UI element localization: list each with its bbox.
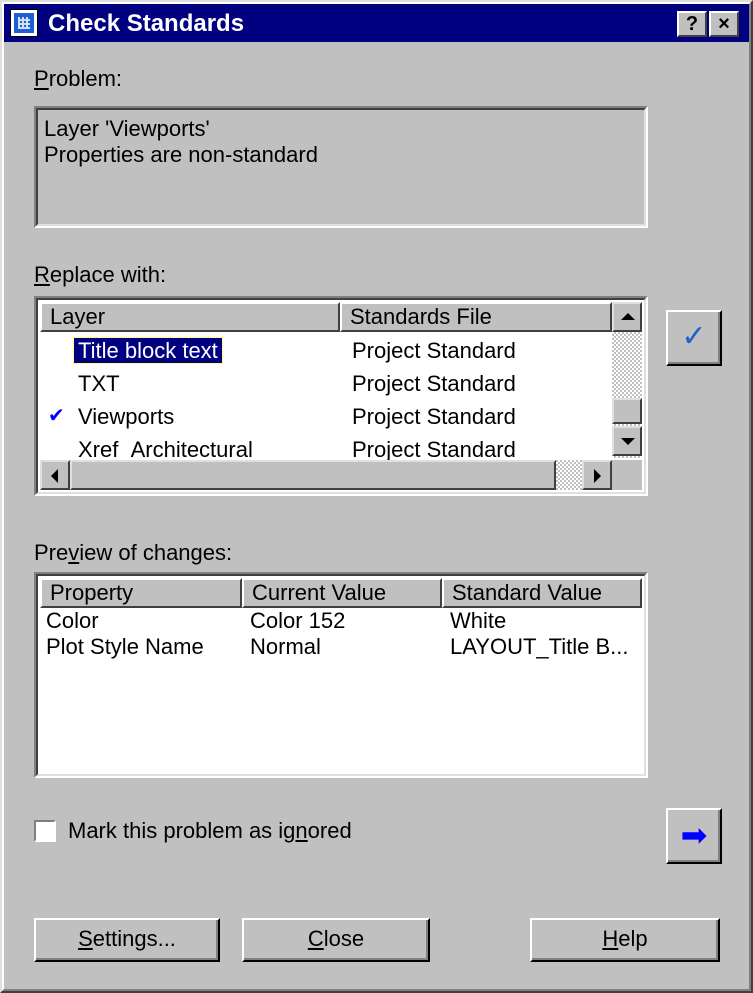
problem-label-text: Problem: [34,66,123,91]
close-caption-button[interactable]: × [709,11,739,37]
standards-file-cell: Project Standard [352,371,516,396]
close-icon: × [718,13,730,35]
preview-property-cell: Plot Style Name [46,634,204,659]
column-header-layer[interactable]: Layer [40,302,340,332]
close-button-label: Close [307,926,365,951]
preview-standard-cell: White [450,608,507,633]
window-title: Check Standards [48,10,245,37]
arrow-down-icon [621,438,635,445]
layer-row[interactable]: TXT Project Standard [40,367,612,400]
scroll-corner [612,460,642,490]
preview-label: Preview of changes: [34,540,232,566]
arrow-right-icon [594,469,601,483]
app-icon [10,9,38,37]
scroll-right-button[interactable] [582,460,612,490]
layer-name: Title block text [73,337,223,364]
preview-property-cell: Color [46,608,99,633]
settings-button[interactable]: Settings... [34,918,220,962]
column-header-standards-file[interactable]: Standards File [340,302,612,332]
current-checkmark-icon: ✔ [48,405,65,427]
layer-name: TXT [78,371,120,396]
column-header-standard-value[interactable]: Standard Value [442,578,642,608]
ignore-label[interactable]: Mark this problem as ignored [68,818,352,844]
horizontal-scroll-thumb[interactable] [70,460,556,490]
next-problem-button[interactable]: ➡ [666,808,722,864]
column-header-property[interactable]: Property [40,578,242,608]
preview-standard-cell: LAYOUT_Title B... [450,634,629,659]
scroll-down-button[interactable] [612,426,642,456]
arrow-left-icon [51,469,58,483]
standards-file-cell: Project Standard [352,404,516,429]
scroll-up-button[interactable] [612,302,642,332]
preview-row[interactable]: Plot Style Name Normal LAYOUT_Title B... [40,634,642,660]
title-bar[interactable]: Check Standards ? × [4,4,749,42]
arrow-right-icon: ➡ [680,817,708,853]
fix-button[interactable]: ✓ [666,310,722,366]
preview-label-text: Preview of changes: [34,540,233,565]
preview-current-cell: Normal [250,634,321,659]
vertical-scroll-thumb[interactable] [612,398,642,424]
problem-line-2: Properties are non-standard [44,142,318,167]
problem-label: Problem: [34,66,122,92]
layer-name: Viewports [78,404,175,429]
help-caption-button[interactable]: ? [677,11,707,37]
preview-current-cell: Color 152 [250,608,346,633]
settings-button-label: Settings... [78,926,176,951]
checkmark-icon: ✓ [681,320,707,353]
problem-box: Layer 'Viewports' Properties are non-sta… [34,106,648,228]
help-button-label: Help [602,926,648,951]
layer-name: Xref_Architectural [78,437,253,462]
ignore-checkbox[interactable] [34,820,56,842]
replace-label-text: Replace with: [34,262,167,287]
column-header-current-value[interactable]: Current Value [242,578,442,608]
close-button[interactable]: Close [242,918,430,962]
arrow-up-icon [621,313,635,320]
help-button[interactable]: Help [530,918,720,962]
preview-row[interactable]: Color Color 152 White [40,608,642,634]
replace-list[interactable]: Layer Standards File Title block text Pro… [34,296,648,496]
problem-line-1: Layer 'Viewports' [44,116,210,141]
scroll-left-button[interactable] [40,460,70,490]
replace-label: Replace with: [34,262,166,288]
layer-row[interactable]: Title block text Project Standard [40,334,612,367]
ignore-label-text: Mark this problem as ignored [68,818,352,843]
standards-file-cell: Project Standard [352,338,516,363]
preview-list[interactable]: Property Current Value Standard Value Co… [34,572,648,778]
layer-row[interactable]: ✔ Viewports Project Standard [40,400,612,433]
